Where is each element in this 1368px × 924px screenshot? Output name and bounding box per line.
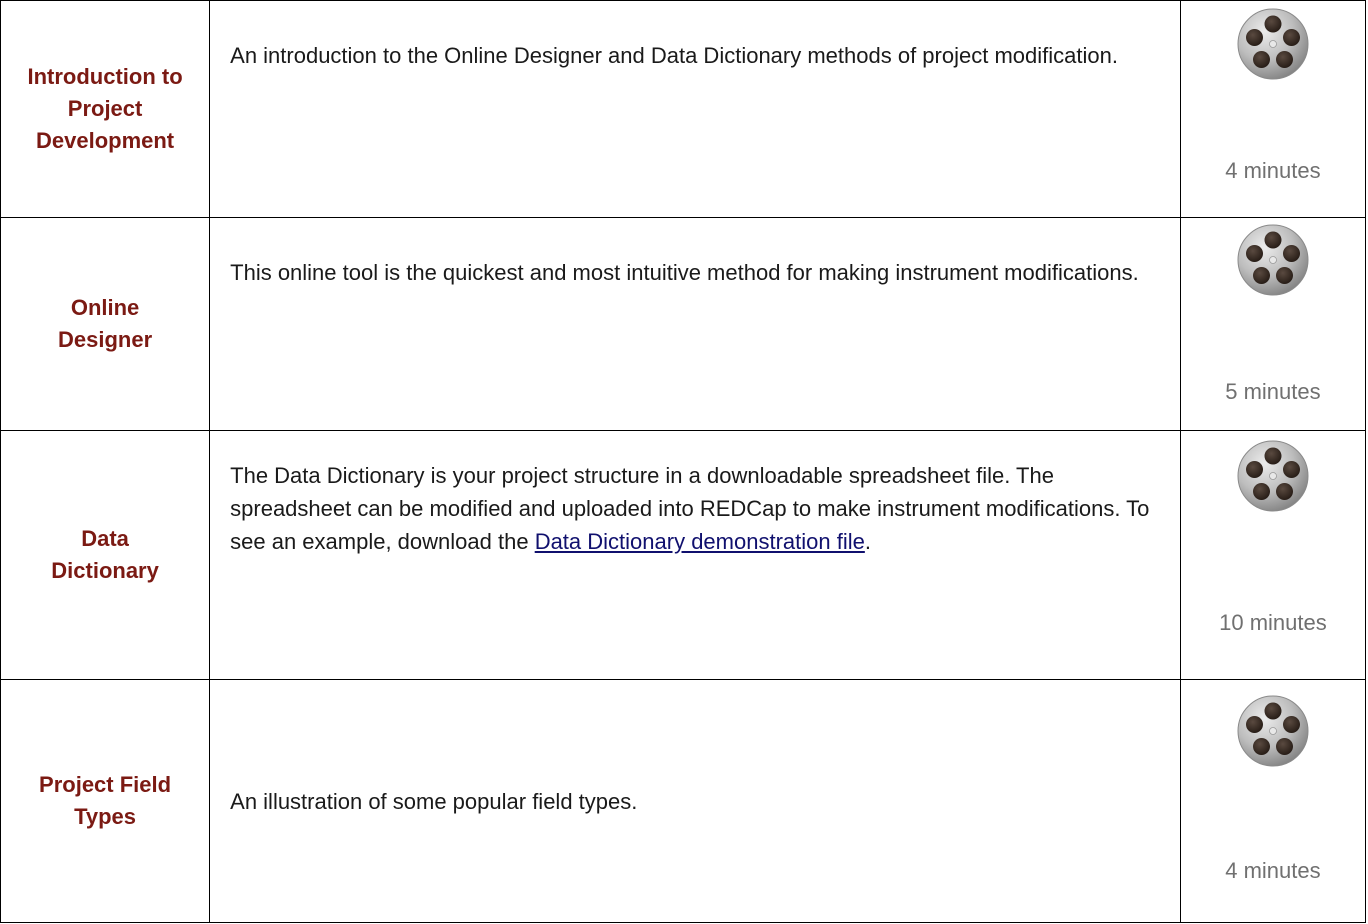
- video-description: An illustration of some popular field ty…: [209, 679, 1181, 923]
- video-duration: 4 minutes: [1225, 158, 1321, 183]
- video-title: Data Dictionary: [51, 526, 159, 584]
- video-media-cell: 10 minutes: [1179, 430, 1367, 681]
- video-description: The Data Dictionary is your project stru…: [209, 430, 1181, 681]
- video-title: Project Field Types: [39, 772, 172, 830]
- video-media-cell: 4 minutes: [1179, 0, 1367, 218]
- table-row: Introduction to Project Development An i…: [0, 0, 1367, 218]
- video-title-cell: Online Designer: [0, 216, 211, 432]
- video-description: An introduction to the Online Designer a…: [209, 0, 1181, 218]
- video-title-cell: Data Dictionary: [0, 430, 211, 681]
- video-description: This online tool is the quickest and mos…: [209, 216, 1181, 432]
- video-title-cell: Introduction to Project Development: [0, 0, 211, 218]
- video-title: Online Designer: [57, 295, 153, 353]
- film-reel-icon[interactable]: [1236, 439, 1310, 513]
- video-title: Introduction to Project Development: [27, 63, 183, 153]
- film-reel-icon[interactable]: [1236, 223, 1310, 297]
- description-end: .: [864, 529, 871, 555]
- video-duration: 10 minutes: [1219, 610, 1327, 636]
- film-reel-icon[interactable]: [1236, 7, 1310, 81]
- demonstration-file-link[interactable]: Data Dictionary demonstration file: [535, 529, 865, 554]
- video-media-cell: 5 minutes: [1179, 216, 1367, 432]
- table-row: Data Dictionary The Data Dictionary is y…: [0, 430, 1367, 681]
- video-list-table: Introduction to Project Development An i…: [0, 0, 1367, 923]
- video-duration: 4 minutes: [1225, 858, 1321, 884]
- video-media-cell: 4 minutes: [1179, 679, 1367, 923]
- table-row: Project Field Types An illustration of s…: [0, 679, 1367, 923]
- film-reel-icon[interactable]: [1236, 694, 1310, 768]
- video-title-cell: Project Field Types: [0, 679, 211, 923]
- video-duration: 5 minutes: [1225, 378, 1321, 404]
- table-row: Online Designer This online tool is the …: [0, 216, 1367, 432]
